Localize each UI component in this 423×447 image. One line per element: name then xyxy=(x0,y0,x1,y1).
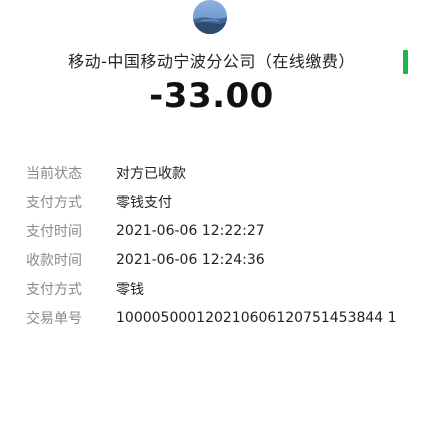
detail-value: 100005000120210606120751453844 1 xyxy=(116,309,397,326)
avatar-image xyxy=(193,0,227,34)
detail-row-payment-type: 支付方式 零钱 xyxy=(26,274,416,303)
detail-label: 支付方式 xyxy=(26,281,82,298)
detail-value: 2021-06-06 12:24:36 xyxy=(116,251,265,268)
detail-value: 零钱支付 xyxy=(116,194,172,211)
detail-row-pay-time: 支付时间 2021-06-06 12:22:27 xyxy=(26,216,416,245)
detail-row-payment-method: 支付方式 零钱支付 xyxy=(26,187,416,216)
detail-label: 当前状态 xyxy=(26,165,82,182)
detail-value: 零钱 xyxy=(116,281,144,298)
detail-row-receive-time: 收款时间 2021-06-06 12:24:36 xyxy=(26,245,416,274)
detail-label: 交易单号 xyxy=(26,310,82,327)
merchant-name: 移动-中国移动宁波分公司（在线缴费） xyxy=(68,52,355,71)
detail-label: 支付时间 xyxy=(26,223,82,240)
side-accent-bar xyxy=(403,50,408,74)
transaction-detail-screen: 移动-中国移动宁波分公司（在线缴费） -33.00 当前状态 对方已收款 支付方… xyxy=(0,0,423,447)
detail-label: 支付方式 xyxy=(26,194,82,211)
detail-row-status: 当前状态 对方已收款 xyxy=(26,158,416,187)
detail-value: 对方已收款 xyxy=(116,165,186,182)
detail-value: 2021-06-06 12:22:27 xyxy=(116,222,265,239)
transaction-amount: -33.00 xyxy=(149,76,274,116)
landscape-avatar-icon xyxy=(193,0,227,34)
detail-list: 当前状态 对方已收款 支付方式 零钱支付 支付时间 2021-06-06 12:… xyxy=(26,158,416,332)
detail-row-transaction-id: 交易单号 100005000120210606120751453844 1 xyxy=(26,303,416,332)
detail-label: 收款时间 xyxy=(26,252,82,269)
